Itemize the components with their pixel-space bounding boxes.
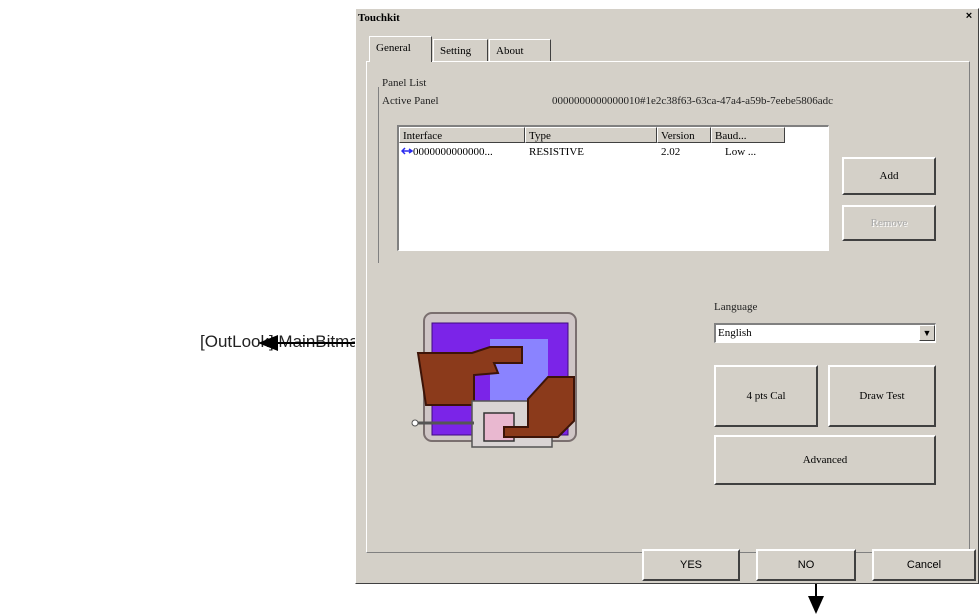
row-baud: Low ... xyxy=(725,146,757,158)
column-interface[interactable]: Interface xyxy=(399,127,525,143)
close-icon[interactable]: × xyxy=(962,10,976,24)
list-header: Interface Type Version Baud... xyxy=(399,127,829,143)
panel-list-view[interactable]: Interface Type Version Baud... 000000000… xyxy=(397,125,829,251)
column-type[interactable]: Type xyxy=(525,127,657,143)
row-type: RESISTIVE xyxy=(529,146,584,158)
panel-list-group-border xyxy=(378,87,383,263)
advanced-button[interactable]: Advanced xyxy=(714,435,936,485)
cancel-button[interactable]: Cancel xyxy=(872,549,976,581)
active-panel-label: Active Panel xyxy=(382,95,439,107)
row-version: 2.02 xyxy=(661,146,681,158)
panel-list-label: Panel List xyxy=(382,77,427,89)
chevron-down-icon[interactable]: ▼ xyxy=(919,325,935,341)
touch-panel-hands-icon xyxy=(411,312,577,448)
column-version[interactable]: Version xyxy=(657,127,711,143)
active-panel-value: 0000000000000010#1e2c38f63-63ca-47a4-a59… xyxy=(552,95,834,107)
no-button[interactable]: NO xyxy=(756,549,856,581)
row-interface: 0000000000000... xyxy=(413,146,493,158)
draw-test-button[interactable]: Draw Test xyxy=(828,365,936,427)
main-bitmap xyxy=(408,307,588,457)
touchkit-window: Touchkit × General Setting About Panel L… xyxy=(355,8,979,584)
remove-button[interactable]: Remove xyxy=(842,205,936,241)
four-point-calibration-button[interactable]: 4 pts Cal xyxy=(714,365,818,427)
window-title: Touchkit xyxy=(358,12,400,24)
usb-icon xyxy=(400,145,414,161)
annotation-arrow-down-head xyxy=(808,596,824,614)
tab-about[interactable]: About xyxy=(489,39,551,61)
language-selected-value: English xyxy=(718,327,752,339)
language-select[interactable]: English ▼ xyxy=(714,323,936,343)
list-item[interactable]: 0000000000000... RESISTIVE 2.02 Low ... xyxy=(400,145,821,161)
annotation-arrow-left-head xyxy=(258,335,278,351)
yes-button[interactable]: YES xyxy=(642,549,740,581)
tab-setting[interactable]: Setting xyxy=(433,39,488,61)
tab-general[interactable]: General xyxy=(369,36,432,62)
title-bar: Touchkit × xyxy=(356,9,978,27)
add-button[interactable]: Add xyxy=(842,157,936,195)
language-label: Language xyxy=(714,301,758,313)
column-baud[interactable]: Baud... xyxy=(711,127,785,143)
